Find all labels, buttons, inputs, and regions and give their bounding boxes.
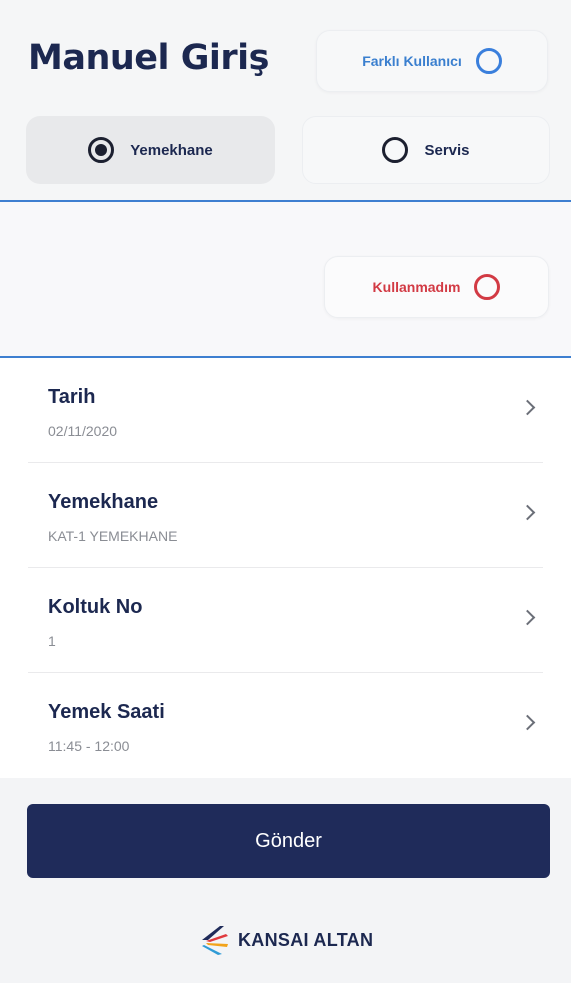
not-used-button[interactable]: Kullanmadım [324, 256, 549, 318]
brand-mark-icon [202, 926, 228, 955]
field-row-yemek-saati[interactable]: Yemek Saati 11:45 - 12:00 [28, 673, 543, 778]
option-servis[interactable]: Servis [302, 116, 550, 184]
option-yemekhane-label: Yemekhane [130, 141, 213, 159]
not-used-label: Kullanmadım [372, 279, 461, 295]
other-user-label: Farklı Kullanıcı [362, 53, 462, 69]
field-label: Koltuk No [48, 596, 143, 618]
ring-blue-icon [475, 48, 502, 74]
chevron-right-icon [519, 609, 536, 626]
chevron-right-icon [519, 714, 536, 731]
option-servis-label: Servis [424, 141, 470, 159]
field-value: 1 [48, 633, 56, 649]
field-value: 02/11/2020 [48, 423, 118, 439]
field-value: 11:45 - 12:00 [48, 738, 130, 754]
field-list: Tarih 02/11/2020 Yemekhane KAT-1 YEMEKHA… [0, 358, 571, 778]
radio-unselected-icon [382, 137, 409, 163]
brand-name: KANSAI ALTAN [238, 929, 374, 950]
field-row-koltuk-no[interactable]: Koltuk No 1 [28, 568, 543, 673]
chevron-right-icon [519, 399, 536, 416]
brand-logo: KANSAI ALTAN [200, 918, 373, 962]
field-row-tarih[interactable]: Tarih 02/11/2020 [28, 358, 543, 463]
submit-label: Gönder [255, 829, 322, 852]
submit-button[interactable]: Gönder [27, 804, 550, 878]
field-label: Tarih [48, 386, 96, 408]
field-row-yemekhane[interactable]: Yemekhane KAT-1 YEMEKHANE [28, 463, 543, 568]
radio-selected-icon [88, 137, 115, 163]
field-value: KAT-1 YEMEKHANE [48, 528, 178, 544]
ring-red-icon [474, 274, 501, 300]
field-label: Yemekhane [48, 491, 159, 513]
page-title: Manuel Giriş [28, 38, 270, 78]
field-label: Yemek Saati [48, 701, 165, 723]
option-yemekhane[interactable]: Yemekhane [26, 116, 275, 184]
other-user-button[interactable]: Farklı Kullanıcı [316, 30, 548, 92]
chevron-right-icon [519, 504, 536, 521]
